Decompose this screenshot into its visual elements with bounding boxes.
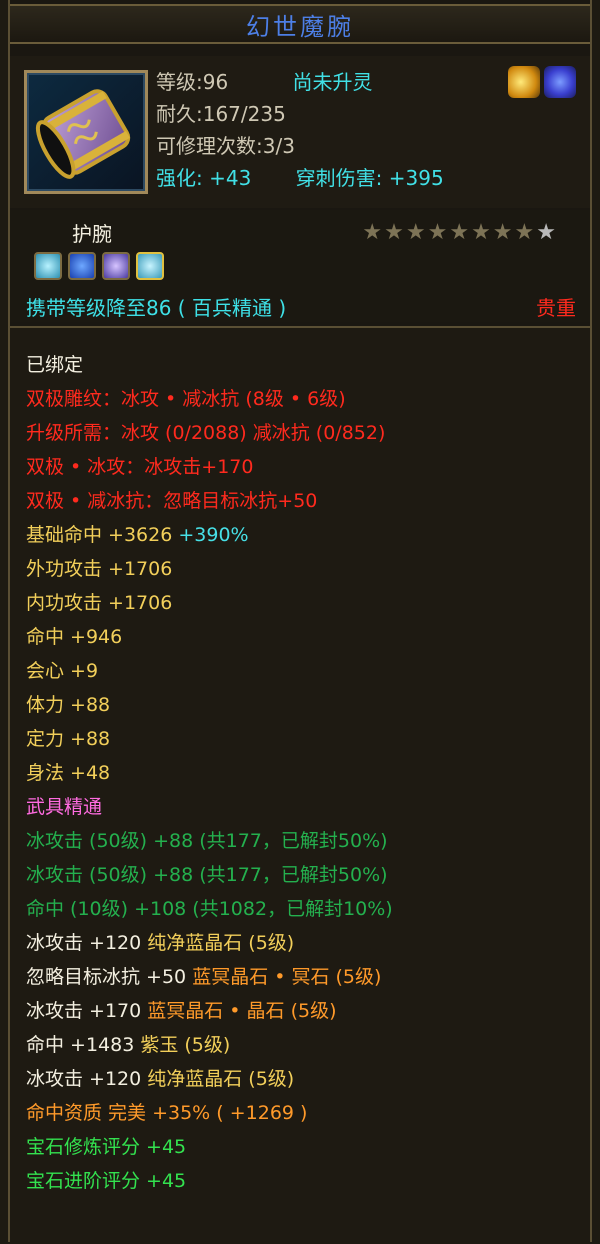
- list-item: 冰攻击 +120 纯净蓝晶石 (5级): [26, 1068, 295, 1090]
- star-rating: ★ ★ ★ ★ ★ ★ ★ ★ ★: [362, 222, 556, 244]
- star-icon: ★: [362, 220, 383, 245]
- list-item: 忽略目标冰抗 +50 蓝冥晶石 • 冥石 (5级): [26, 966, 382, 988]
- spirit-status: 尚未升灵: [292, 70, 373, 94]
- item-pierce: 穿刺伤害: +395: [295, 166, 444, 190]
- star-empty-icon: ★: [536, 220, 556, 245]
- item-level: 等级:96: [156, 70, 229, 94]
- item-repair-count: 可修理次数:3/3: [156, 134, 295, 158]
- item-strengthen: 强化: +43: [156, 166, 252, 190]
- star-icon: ★: [427, 220, 448, 245]
- item-name: 幻世魔腕: [246, 12, 354, 41]
- attribute-list: 已绑定 双极雕纹：冰攻 • 减冰抗 (8级 • 6级) 升级所需：冰攻 (0/2…: [10, 326, 590, 1244]
- bound-status: 已绑定: [26, 354, 84, 376]
- list-item: 双极 • 冰攻：冰攻击+170: [26, 456, 254, 478]
- gem-slot-purple-icon[interactable]: [102, 252, 130, 280]
- gem-slots: [34, 252, 164, 280]
- list-item: 命中 (10级) +108 (共1082，已解封10%): [26, 898, 393, 920]
- list-item: 定力 +88: [26, 728, 111, 750]
- star-icon: ★: [449, 220, 470, 245]
- bracer-item-icon[interactable]: [24, 70, 148, 194]
- star-icon: ★: [405, 220, 426, 245]
- phoenix-skill-icon[interactable]: [508, 66, 540, 98]
- gem-slot-blue-icon[interactable]: [68, 252, 96, 280]
- gem-slot-yellow-icon[interactable]: [136, 252, 164, 280]
- list-item: 冰攻击 +170 蓝冥晶石 • 晶石 (5级): [26, 1000, 337, 1022]
- list-item: 冰攻击 +120 纯净蓝晶石 (5级): [26, 932, 295, 954]
- item-tooltip-panel: 幻世魔腕 等级:96 尚未升灵 耐久:167/235 可修理次数:3/3 强化:…: [8, 0, 592, 1244]
- star-icon: ★: [514, 220, 535, 245]
- list-item: 会心 +9: [26, 660, 99, 682]
- carry-level: 携带等级降至86 ( 百兵精通 ): [26, 296, 287, 320]
- star-icon: ★: [471, 220, 491, 245]
- list-item: 升级所需：冰攻 (0/2088) 减冰抗 (0/852): [26, 422, 386, 444]
- list-item: 武具精通: [26, 796, 103, 818]
- list-item: 命中 +946: [26, 626, 123, 648]
- item-info: 等级:96 尚未升灵 耐久:167/235 可修理次数:3/3 强化: +43 …: [156, 66, 444, 194]
- list-item: 命中 +1483 紫玉 (5级): [26, 1034, 231, 1056]
- list-item: 内功攻击 +1706: [26, 592, 173, 614]
- list-item: 身法 +48: [26, 762, 111, 784]
- list-item: 体力 +88: [26, 694, 111, 716]
- list-item: 宝石修炼评分 +45: [26, 1136, 187, 1158]
- blue-feather-icon[interactable]: [544, 66, 576, 98]
- list-item: 宝石进阶评分 +45: [26, 1170, 187, 1192]
- item-durability: 耐久:167/235: [156, 102, 286, 126]
- item-header: 等级:96 尚未升灵 耐久:167/235 可修理次数:3/3 强化: +43 …: [10, 56, 590, 208]
- star-icon: ★: [492, 220, 513, 245]
- valuable-badge: 贵重: [536, 296, 576, 320]
- title-bar: 幻世魔腕: [10, 4, 590, 44]
- item-type: 护腕: [72, 222, 112, 246]
- item-subinfo: 护腕 ★ ★ ★ ★ ★ ★ ★ ★ ★ 携带等级降至86 ( 百兵精通 ) 贵…: [10, 210, 590, 322]
- list-item: 基础命中 +3626 +390%: [26, 524, 249, 546]
- list-item: 双极雕纹：冰攻 • 减冰抗 (8级 • 6级): [26, 388, 346, 410]
- status-icons: [508, 66, 576, 98]
- gem-slot-cyan-icon[interactable]: [34, 252, 62, 280]
- list-item: 命中资质 完美 +35% ( +1269 ): [26, 1102, 308, 1124]
- list-item: 冰攻击 (50级) +88 (共177，已解封50%): [26, 830, 388, 852]
- list-item: 外功攻击 +1706: [26, 558, 173, 580]
- star-icon: ★: [384, 220, 404, 245]
- list-item: 冰攻击 (50级) +88 (共177，已解封50%): [26, 864, 388, 886]
- list-item: 双极 • 减冰抗：忽略目标冰抗+50: [26, 490, 318, 512]
